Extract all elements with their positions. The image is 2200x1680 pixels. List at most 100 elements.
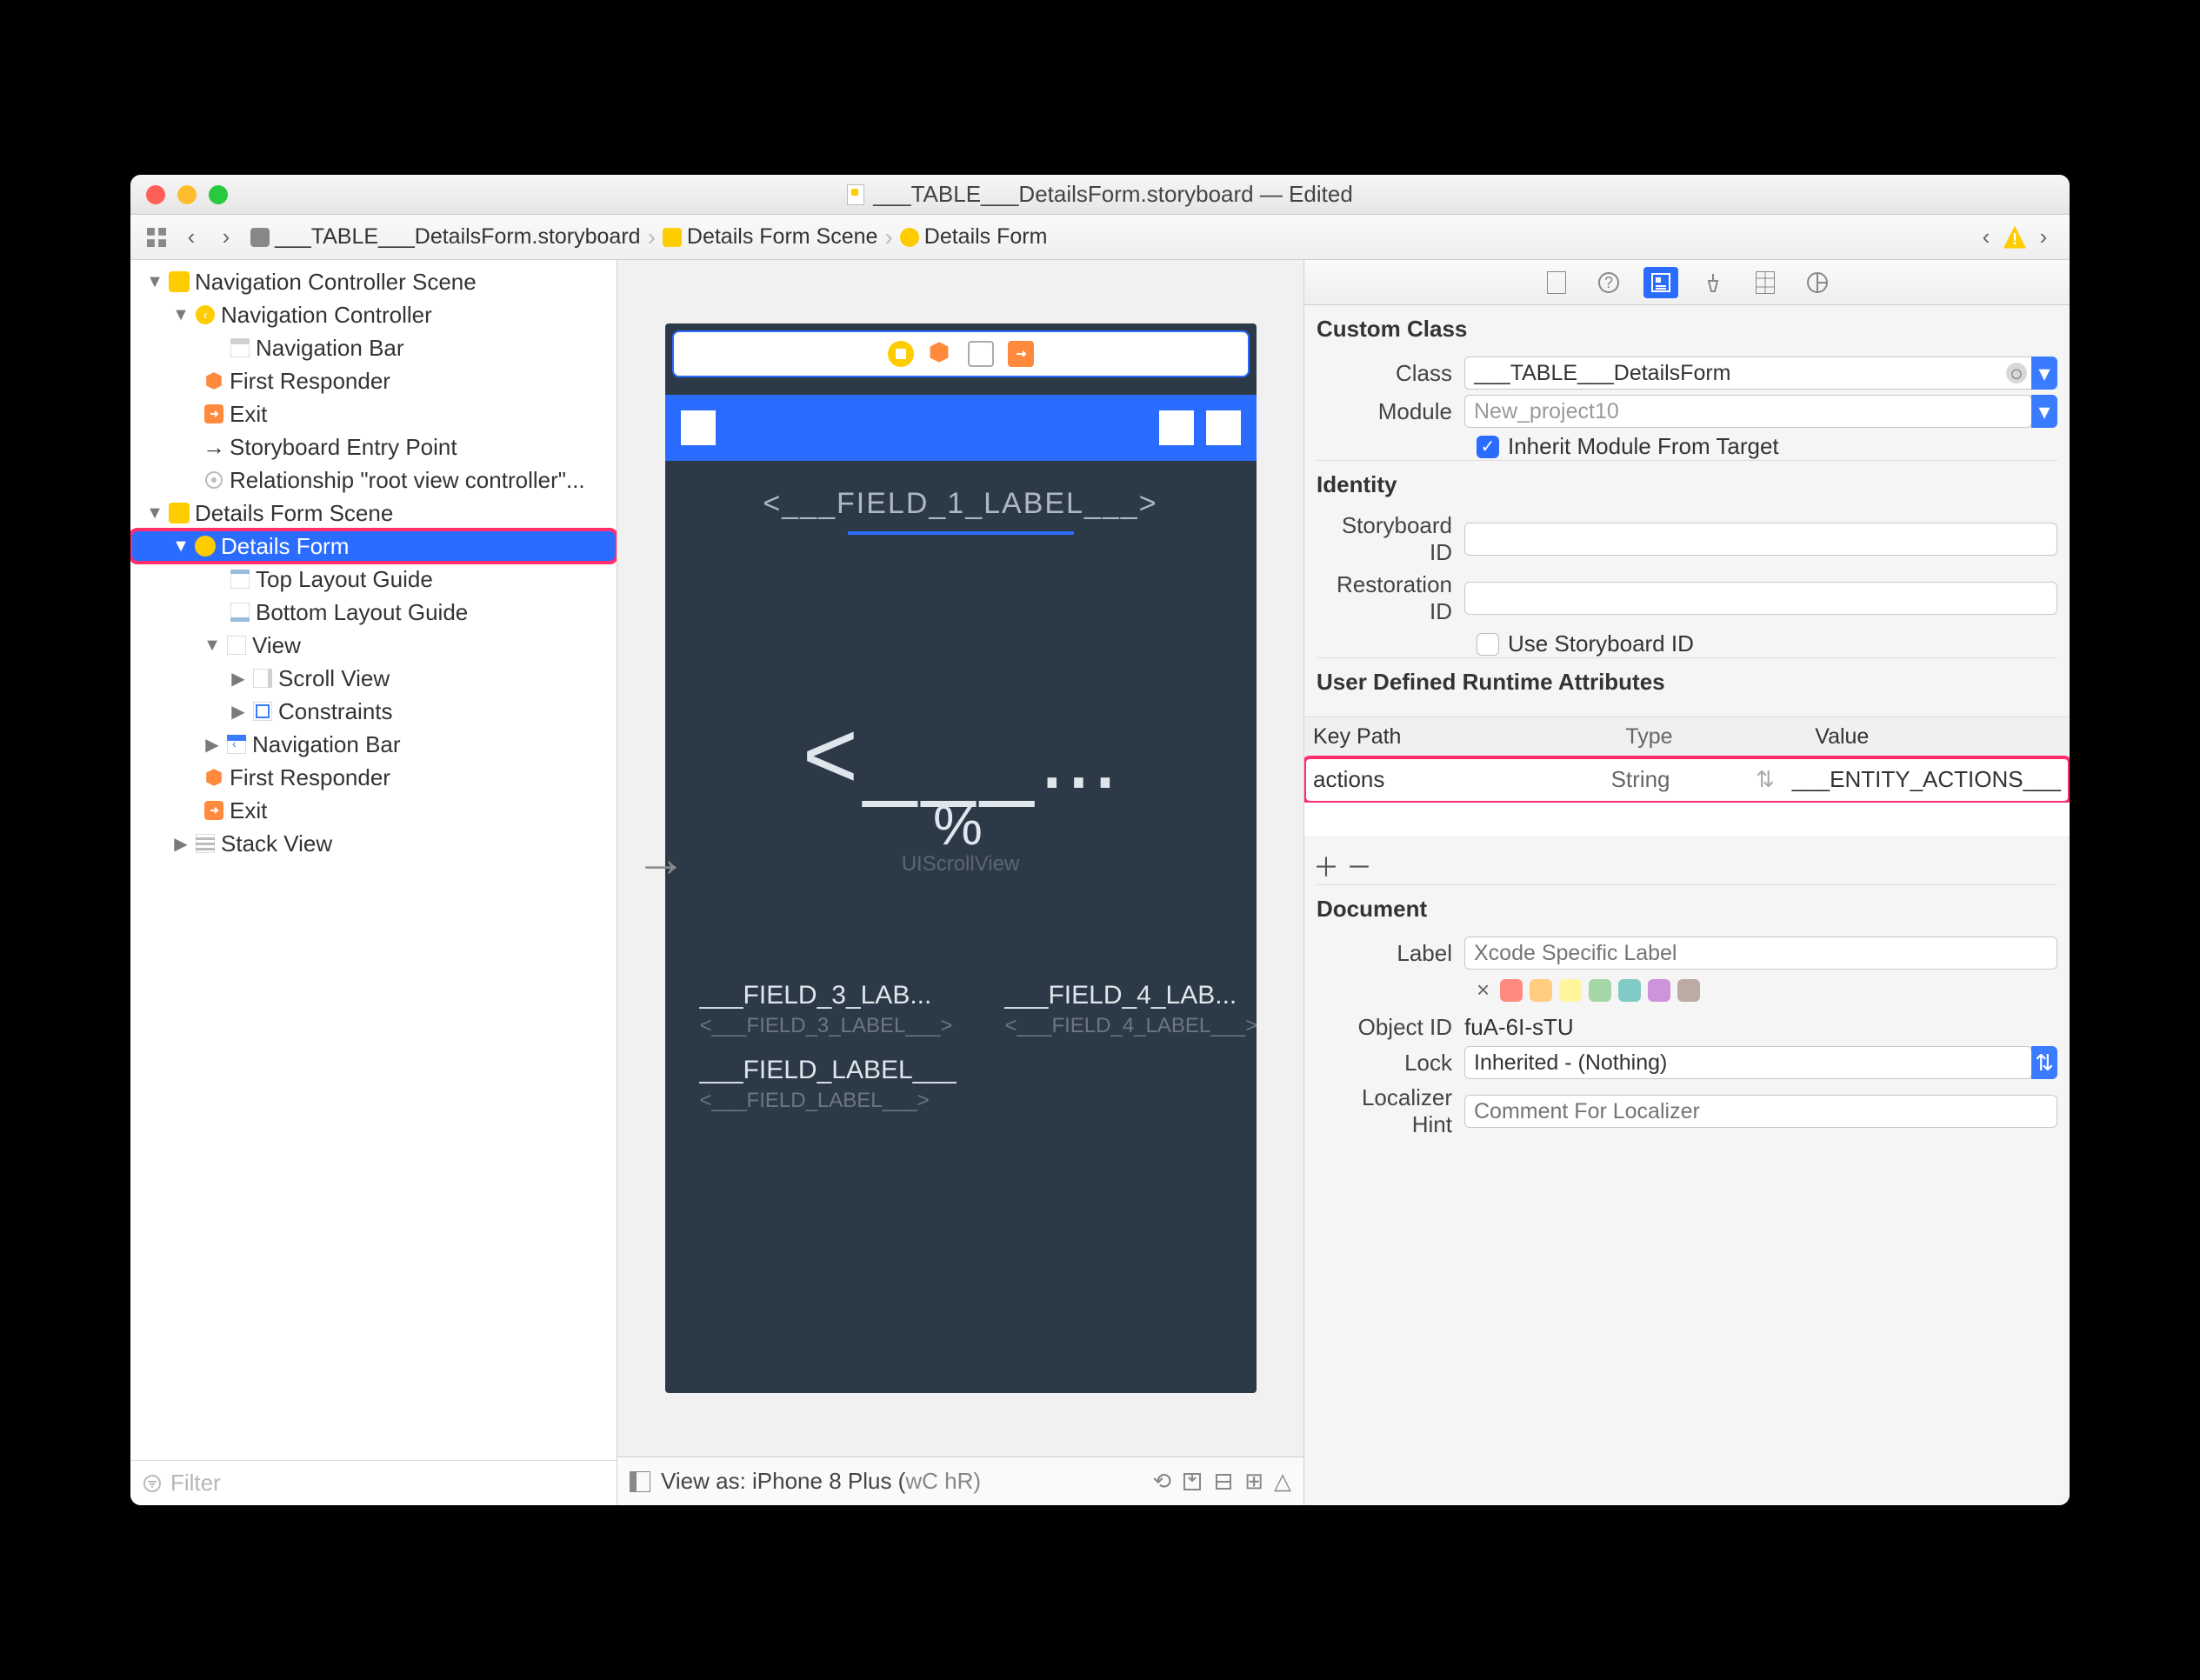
doc-label-label: Label [1317, 940, 1464, 967]
entry-point-arrow-icon[interactable]: → [635, 829, 687, 889]
lock-select[interactable] [1464, 1046, 2032, 1079]
clear-icon[interactable]: ○ [2006, 363, 2027, 383]
swatch[interactable] [1530, 979, 1552, 1002]
cube-icon[interactable] [928, 341, 954, 367]
outline-nav-bar-2[interactable]: ▶‹Navigation Bar [130, 728, 617, 761]
outline-constraints[interactable]: ▶Constraints [130, 695, 617, 728]
udra-type[interactable]: String⇅ [1603, 757, 1783, 802]
outline-first-responder-2[interactable]: First Responder [130, 761, 617, 794]
outline-toggle-icon[interactable] [630, 1471, 650, 1492]
chevron-down-icon[interactable]: ▾ [2031, 395, 2057, 428]
outline-tree[interactable]: ▼Navigation Controller Scene ▼‹Navigatio… [130, 260, 617, 1460]
breadcrumb-form[interactable]: Details Form [924, 224, 1048, 250]
canvas-area[interactable]: → <___FIELD_1_LABEL___> [617, 260, 1303, 1457]
storyboard-id-input[interactable] [1464, 523, 2057, 556]
warning-icon[interactable]: ! [2003, 226, 2026, 249]
outline-details-form[interactable]: ▼Details Form [130, 530, 617, 563]
jump-bar: ‹ › ___TABLE___DetailsForm.storyboard › … [130, 215, 2070, 260]
outline-filter[interactable]: Filter [130, 1460, 617, 1505]
outline-stack-view[interactable]: ▶Stack View [130, 827, 617, 860]
viewcontroller-icon[interactable] [888, 341, 914, 367]
udra-add-remove: ＋ － [1313, 846, 2070, 884]
help-inspector-icon[interactable]: ? [1591, 267, 1626, 298]
udra-value[interactable]: ___ENTITY_ACTIONS___ [1783, 757, 2070, 802]
label-color-swatches: × [1477, 977, 2057, 1003]
outline-first-responder[interactable]: First Responder [130, 364, 617, 397]
outline-nav-controller[interactable]: ▼‹Navigation Controller [130, 298, 617, 331]
inspector: ? Custom Class Class ○ ▾ Module [1304, 260, 2070, 1505]
scene-preview[interactable]: <___FIELD_1_LABEL___> <___... % UIScroll… [665, 323, 1257, 1393]
localizer-hint-input[interactable] [1464, 1095, 2057, 1128]
outline-bottom-guide[interactable]: Bottom Layout Guide [130, 596, 617, 629]
object-id-label: Object ID [1317, 1014, 1464, 1041]
inherit-module-checkbox[interactable]: ✓Inherit Module From Target [1477, 433, 2057, 460]
outline-entry-point[interactable]: →Storyboard Entry Point [130, 430, 617, 463]
nav-item-icon [1206, 410, 1241, 445]
size-inspector-icon[interactable] [1748, 267, 1783, 298]
outline-exit-2[interactable]: Exit [130, 794, 617, 827]
udra-keypath[interactable]: actions [1304, 757, 1603, 802]
identity-inspector-icon[interactable] [1643, 267, 1678, 298]
document-header: Document [1317, 884, 2057, 931]
scene-dock[interactable] [672, 330, 1250, 377]
breadcrumb-scene[interactable]: Details Form Scene [687, 224, 878, 250]
breadcrumb[interactable]: ___TABLE___DetailsForm.storyboard › Deta… [250, 223, 1969, 251]
outline-details-scene[interactable]: ▼Details Form Scene [130, 497, 617, 530]
add-icon[interactable]: ＋ [1313, 846, 1339, 884]
outline-scroll-view[interactable]: ▶Scroll View [130, 662, 617, 695]
file-inspector-icon[interactable] [1539, 267, 1574, 298]
outline-relationship[interactable]: Relationship "root view controller"... [130, 463, 617, 497]
breadcrumb-file[interactable]: ___TABLE___DetailsForm.storyboard [275, 224, 641, 250]
doc-label-input[interactable] [1464, 937, 2057, 970]
forward-icon[interactable]: › [209, 222, 243, 253]
swatch[interactable] [1559, 979, 1582, 1002]
outline-nav-bar[interactable]: Navigation Bar [130, 331, 617, 364]
swatch[interactable] [1500, 979, 1523, 1002]
view-as-label[interactable]: View as: iPhone 8 Plus (wC hR) [661, 1468, 981, 1495]
udra-table-header: Key Path Type Value [1304, 717, 2070, 757]
field-4-sub: <___FIELD_4_LABEL___> [1004, 1014, 1256, 1038]
restoration-id-input[interactable] [1464, 582, 2057, 615]
restoration-id-label: Restoration ID [1317, 571, 1464, 625]
next-issue-icon[interactable]: › [2026, 222, 2061, 253]
swatch[interactable] [1677, 979, 1700, 1002]
embed-icon[interactable] [1182, 1471, 1203, 1492]
swatch[interactable] [1648, 979, 1670, 1002]
swatch[interactable] [1589, 979, 1611, 1002]
exit-icon[interactable] [1008, 341, 1034, 367]
swatch[interactable] [1618, 979, 1641, 1002]
related-items-icon[interactable] [139, 222, 174, 253]
exit-icon [203, 800, 224, 821]
outline-exit[interactable]: Exit [130, 397, 617, 430]
resolve-icon[interactable]: △ [1274, 1468, 1291, 1495]
outline-view[interactable]: ▼View [130, 629, 617, 662]
placeholder-icon[interactable] [968, 341, 994, 367]
prev-issue-icon[interactable]: ‹ [1969, 222, 2003, 253]
arrow-icon: → [203, 437, 224, 457]
use-storyboard-id-checkbox[interactable]: ✓Use Storyboard ID [1477, 630, 2057, 657]
chevron-down-icon[interactable]: ▾ [2031, 357, 2057, 390]
remove-icon[interactable]: － [1346, 846, 1372, 884]
navbar-icon: ‹ [226, 734, 247, 755]
clear-color-icon[interactable]: × [1477, 977, 1490, 1003]
xcode-window: ___TABLE___DetailsForm.storyboard — Edit… [130, 175, 2070, 1505]
module-input[interactable] [1464, 395, 2032, 428]
module-label: Module [1317, 398, 1464, 425]
outline-nav-scene[interactable]: ▼Navigation Controller Scene [130, 265, 617, 298]
align-icon[interactable] [1213, 1471, 1234, 1492]
file-icon [250, 228, 270, 247]
pin-icon[interactable]: ⊞ [1244, 1468, 1263, 1495]
udra-row-actions[interactable]: actions String⇅ ___ENTITY_ACTIONS___ [1304, 757, 2070, 803]
svg-text:‹: ‹ [203, 308, 207, 323]
back-icon[interactable]: ‹ [174, 222, 209, 253]
nav-controller-icon: ‹ [195, 304, 216, 325]
svg-text:‹: ‹ [232, 737, 237, 750]
field-sub: <___FIELD_LABEL___> [700, 1089, 1222, 1113]
class-input[interactable] [1464, 357, 2037, 390]
attributes-inspector-icon[interactable] [1696, 267, 1730, 298]
udra-header: User Defined Runtime Attributes [1317, 657, 2057, 704]
chevron-down-icon[interactable]: ⇅ [2031, 1046, 2057, 1079]
refresh-icon[interactable]: ⟲ [1152, 1468, 1171, 1495]
outline-top-guide[interactable]: Top Layout Guide [130, 563, 617, 596]
connections-inspector-icon[interactable] [1800, 267, 1835, 298]
